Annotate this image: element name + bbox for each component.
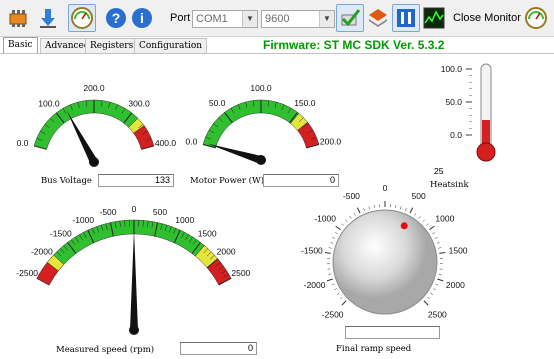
- pause-icon[interactable]: [392, 4, 420, 32]
- heatsink-label: Heatsink: [430, 180, 469, 190]
- measured-speed-readout: 0: [180, 342, 257, 355]
- basic-panel: [0, 53, 554, 359]
- scope-icon[interactable]: [420, 4, 448, 32]
- close-monitor-label[interactable]: Close Monitor: [453, 12, 521, 24]
- ramp-speed-label: Final ramp speed: [336, 344, 411, 354]
- toolbar: ? i Port COM1 ▼ 9600 ▼: [0, 0, 554, 37]
- chevron-down-icon: ▼: [319, 11, 334, 27]
- tab-basic[interactable]: Basic: [3, 37, 38, 54]
- port-label: Port: [170, 12, 190, 24]
- baud-select[interactable]: 9600 ▼: [261, 10, 335, 28]
- baud-select-value: 9600: [265, 13, 289, 25]
- bus-voltage-label: Bus Voltage: [41, 176, 92, 186]
- measured-speed-label: Measured speed (rpm): [56, 345, 154, 355]
- gauge-icon[interactable]: [68, 4, 96, 32]
- bus-voltage-readout: 133: [98, 174, 174, 187]
- tab-configuration[interactable]: Configuration: [134, 38, 207, 53]
- close-monitor-gauge-icon[interactable]: [522, 4, 550, 32]
- ramp-speed-readout[interactable]: [345, 326, 440, 339]
- port-select[interactable]: COM1 ▼: [192, 10, 258, 28]
- svg-text:?: ?: [112, 10, 121, 26]
- chip-icon[interactable]: [4, 4, 32, 32]
- motor-power-readout: 0: [263, 174, 339, 187]
- heatsink-value: 25: [434, 166, 443, 176]
- motor-power-label: Motor Power (W): [190, 176, 264, 186]
- port-select-value: COM1: [196, 13, 228, 25]
- firmware-version: Firmware: ST MC SDK Ver. 5.3.2: [263, 38, 444, 52]
- help-icon[interactable]: ?: [102, 4, 130, 32]
- chevron-down-icon: ▼: [242, 11, 257, 27]
- download-arrow-icon[interactable]: [34, 4, 62, 32]
- tab-registers[interactable]: Registers: [85, 38, 138, 53]
- info-icon[interactable]: i: [128, 4, 156, 32]
- layers-icon[interactable]: [364, 4, 392, 32]
- svg-text:i: i: [140, 10, 144, 26]
- connect-check-icon[interactable]: [336, 4, 364, 32]
